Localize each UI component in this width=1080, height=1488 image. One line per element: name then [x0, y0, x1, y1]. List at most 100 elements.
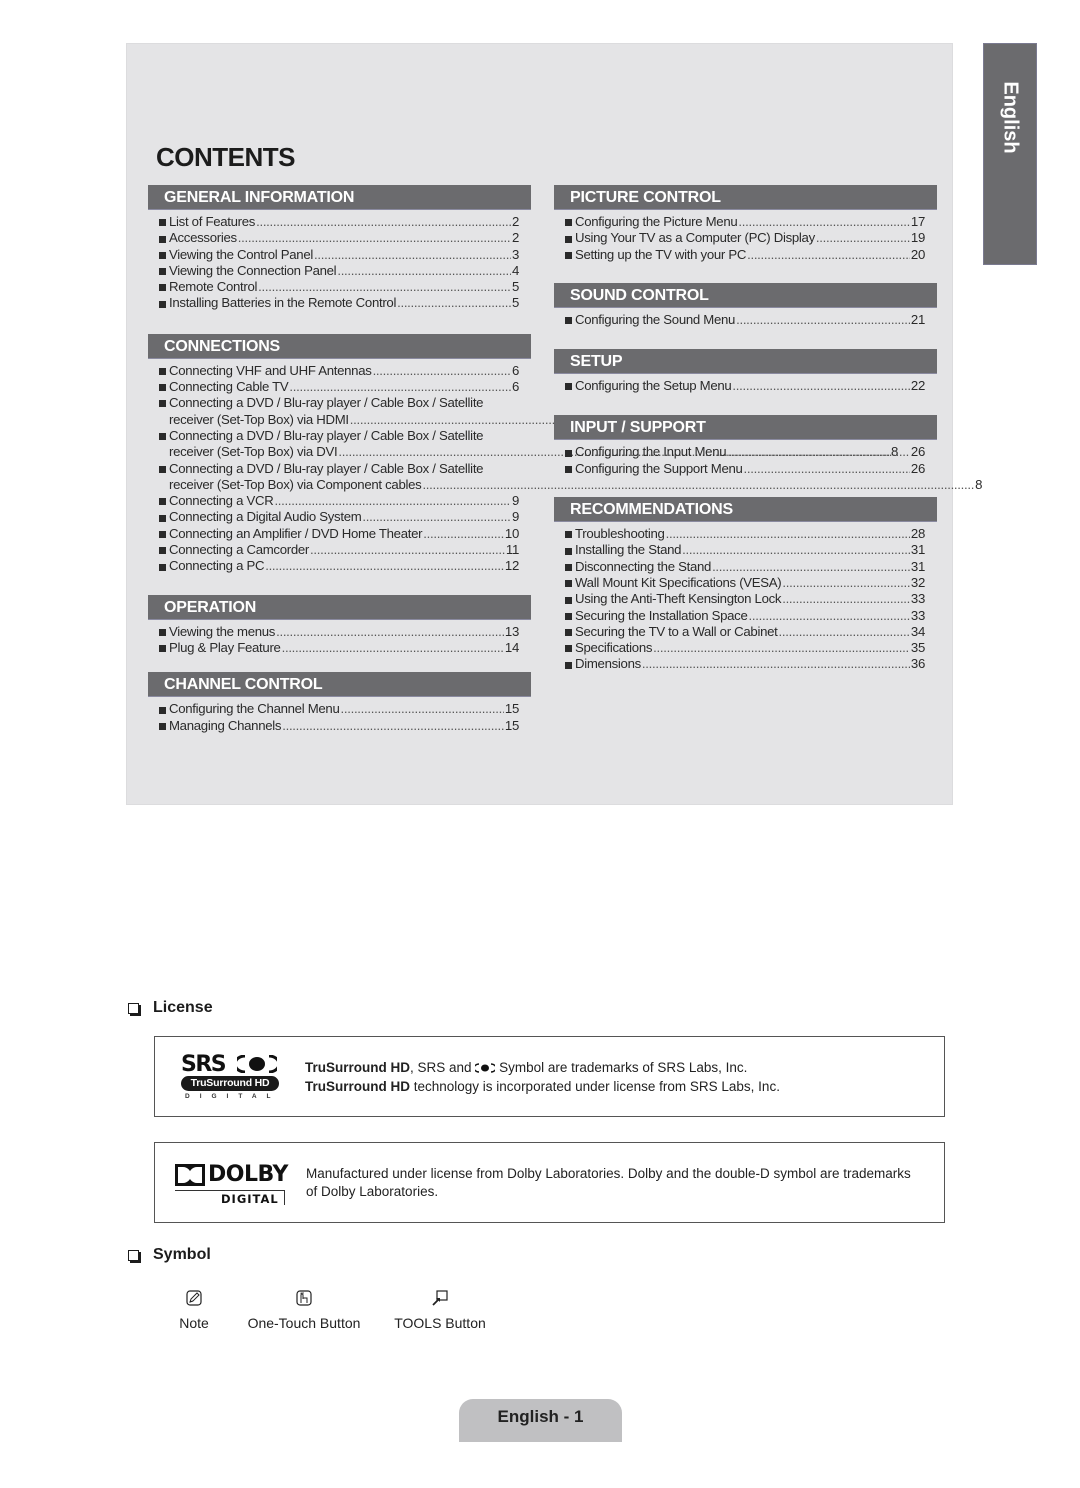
srs-license-text: TruSurround HD, SRS and Symbol are trade…: [305, 1058, 780, 1096]
toc-item-text-continued: receiver (Set-Top Box) via HDMI: [169, 411, 349, 427]
toc-item-page: 14: [504, 639, 519, 655]
toc-item[interactable]: Viewing the Control Panel 3: [159, 247, 519, 263]
dolby-license-box: DOLBY DIGITAL Manufactured under license…: [154, 1142, 945, 1223]
toc-item[interactable]: Disconnecting the Stand 31: [565, 559, 925, 575]
toc-item-page: 8: [975, 476, 983, 492]
srs-license-box: SRS TruSurround HD DIGITAL TruSurround H…: [154, 1036, 945, 1117]
toc-item[interactable]: Connecting a Digital Audio System 9: [159, 509, 519, 525]
toc-item[interactable]: Troubleshooting 28: [565, 526, 925, 542]
toc-item[interactable]: Connecting a DVD / Blu-ray player / Cabl…: [159, 395, 910, 428]
toc-item[interactable]: Viewing the menus 13: [159, 624, 519, 640]
toc-item[interactable]: Wall Mount Kit Specifications (VESA) 32: [565, 575, 925, 591]
square-bullet-icon: [565, 235, 572, 243]
dolby-license-line-2: of Dolby Laboratories.: [306, 1184, 439, 1199]
toc-item[interactable]: Configuring the Input Menu 26: [565, 444, 925, 460]
toc-item[interactable]: Specifications 35: [565, 640, 925, 656]
toc-item[interactable]: Viewing the Connection Panel 4: [159, 263, 519, 279]
toc-item-page: 15: [504, 717, 519, 733]
toc-item[interactable]: Securing the Installation Space 33: [565, 608, 925, 624]
toc-item-text: Troubleshooting: [575, 526, 665, 542]
toc-item[interactable]: Configuring the Setup Menu 22: [565, 378, 925, 394]
toc-item[interactable]: Connecting a VCR 9: [159, 493, 519, 509]
toc-item[interactable]: Connecting Cable TV 6: [159, 379, 519, 395]
dolby-logo-rule: [175, 1190, 285, 1191]
toc-item[interactable]: Connecting a PC 12: [159, 558, 519, 574]
dot-leader: [274, 493, 511, 509]
square-bullet-icon: [159, 563, 166, 571]
square-bullet-icon: [565, 563, 572, 571]
toc-item-page: 9: [511, 493, 519, 509]
toc-item-list: Configuring the Input Menu26Configuring …: [554, 440, 925, 477]
dot-leader: [310, 542, 505, 558]
toc-item[interactable]: Connecting a DVD / Blu-ray player / Cabl…: [159, 428, 898, 461]
toc-item-text: Dimensions: [575, 656, 641, 672]
toc-item[interactable]: Remote Control 5: [159, 279, 519, 295]
toc-item[interactable]: Connecting an Amplifier / DVD Home Theat…: [159, 526, 519, 542]
dot-leader: [337, 263, 511, 279]
toc-item-text: Setting up the TV with your PC: [575, 246, 747, 262]
toc-item[interactable]: Using Your TV as a Computer (PC) Display…: [565, 230, 925, 246]
toc-section: CONNECTIONS Connecting VHF and UHF Antenn…: [148, 333, 982, 575]
contents-right-column: PICTURE CONTROL Configuring the Picture M…: [554, 185, 937, 673]
dolby-logo-word: DOLBY: [208, 1162, 288, 1187]
toc-item-page: 33: [910, 591, 925, 607]
srs-circle-symbol-icon: [237, 1055, 277, 1073]
dolby-double-d-icon: [175, 1164, 205, 1186]
toc-item-text: Connecting VHF and UHF Antennas: [169, 362, 372, 378]
toc-item[interactable]: Installing Batteries in the Remote Contr…: [159, 295, 519, 311]
dolby-logo-digital: DIGITAL: [221, 1192, 279, 1206]
dolby-logo: DOLBY DIGITAL: [175, 1162, 288, 1206]
dolby-license-line-1: Manufactured under license from Dolby La…: [306, 1166, 911, 1181]
toc-item[interactable]: Connecting a DVD / Blu-ray player / Cabl…: [159, 461, 982, 494]
dot-leader: [258, 279, 511, 295]
toc-item[interactable]: List of Features 2: [159, 214, 519, 230]
square-bullet-icon: [159, 628, 166, 636]
toc-item-page: 6: [511, 362, 519, 378]
toc-item[interactable]: Managing Channels 15: [159, 718, 519, 734]
dot-leader: [256, 214, 511, 230]
contents-title: CONTENTS: [156, 142, 296, 172]
toc-item[interactable]: Plug & Play Feature 14: [159, 640, 519, 656]
dolby-license-text: Manufactured under license from Dolby La…: [306, 1165, 911, 1201]
dot-leader: [289, 379, 511, 395]
dot-leader: [738, 214, 910, 230]
toc-item[interactable]: Securing the TV to a Wall or Cabinet 34: [565, 624, 925, 640]
dot-leader: [736, 312, 910, 328]
toc-section-header: OPERATION: [148, 594, 531, 620]
toc-item[interactable]: Installing the Stand 31: [565, 542, 925, 558]
toc-item[interactable]: Connecting a Camcorder 11: [159, 542, 519, 558]
dot-leader: [712, 559, 910, 575]
toc-item[interactable]: Connecting VHF and UHF Antennas 6: [159, 363, 519, 379]
toc-item-list: Connecting VHF and UHF Antennas6Connecti…: [148, 359, 982, 575]
toc-item[interactable]: Configuring the Sound Menu 21: [565, 312, 925, 328]
srs-logo: SRS TruSurround HD DIGITAL: [181, 1052, 281, 1102]
toc-item[interactable]: Accessories 2: [159, 230, 519, 246]
square-bullet-icon: [565, 596, 572, 604]
toc-item[interactable]: Using the Anti-Theft Kensington Lock 33: [565, 591, 925, 607]
language-tab[interactable]: English: [983, 43, 1037, 265]
srs-logo-pill: TruSurround HD: [181, 1076, 279, 1091]
toc-item[interactable]: Setting up the TV with your PC 20: [565, 247, 925, 263]
checkbox-icon: [128, 1002, 139, 1014]
square-bullet-icon: [159, 465, 166, 473]
toc-section: CHANNEL CONTROL Configuring the Channel M…: [148, 672, 531, 734]
dot-leader: [682, 542, 910, 558]
toc-item[interactable]: Configuring the Picture Menu 17: [565, 214, 925, 230]
toc-item[interactable]: Configuring the Channel Menu 15: [159, 701, 519, 717]
dot-leader: [782, 591, 910, 607]
dot-leader: [732, 378, 910, 394]
dot-leader: [782, 575, 910, 591]
toc-item[interactable]: Dimensions 36: [565, 656, 925, 672]
toc-item-page: 3: [511, 246, 519, 262]
toc-item-text: Viewing the Control Panel: [169, 246, 314, 262]
note-icon: [186, 1290, 202, 1306]
toc-item-page: 26: [910, 444, 925, 460]
toc-item-text: Using the Anti-Theft Kensington Lock: [575, 591, 782, 607]
dot-leader: [238, 230, 511, 246]
dolby-logo-rule-vertical: [284, 1190, 285, 1205]
toc-item[interactable]: Configuring the Support Menu 26: [565, 461, 925, 477]
checkbox-icon: [128, 1249, 139, 1261]
square-bullet-icon: [565, 661, 572, 669]
toc-item-page: 26: [910, 460, 925, 476]
toc-section-header: CONNECTIONS: [148, 333, 531, 359]
